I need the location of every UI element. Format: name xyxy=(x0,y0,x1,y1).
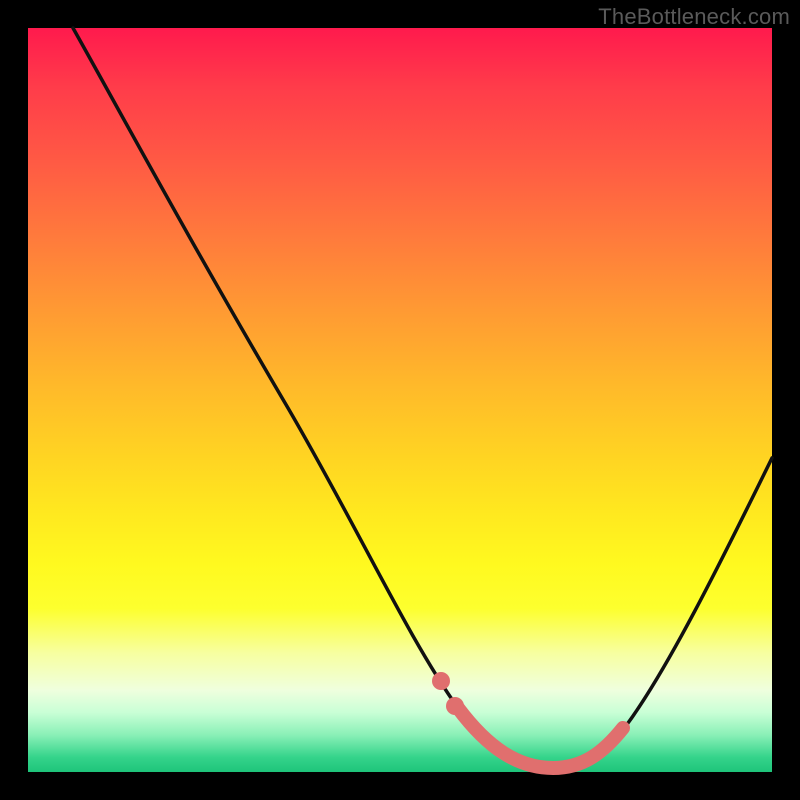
highlight-dot-upper xyxy=(432,672,450,690)
optimal-range-highlight xyxy=(458,708,623,768)
chart-frame: TheBottleneck.com xyxy=(0,0,800,800)
watermark-text: TheBottleneck.com xyxy=(598,4,790,30)
highlight-dot-lower xyxy=(446,697,464,715)
bottleneck-curve xyxy=(73,28,772,768)
curve-layer xyxy=(28,28,772,772)
plot-area xyxy=(28,28,772,772)
